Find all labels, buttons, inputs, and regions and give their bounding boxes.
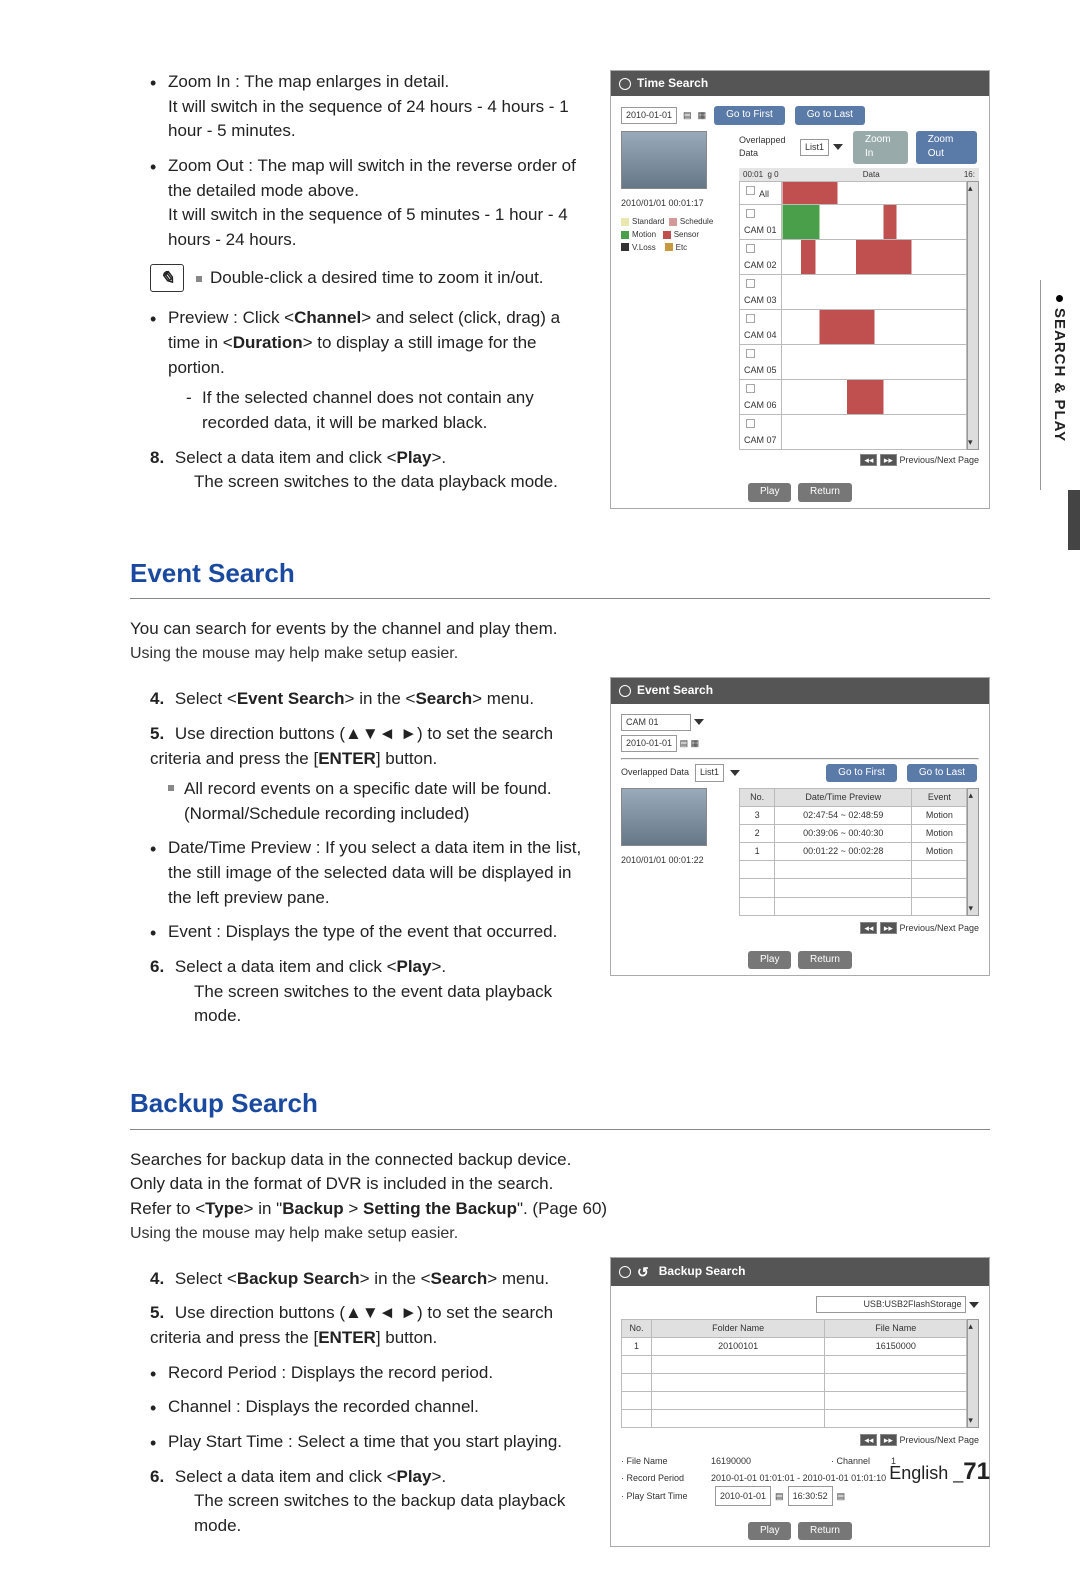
play-button[interactable]: Play [748,483,791,502]
overlap-list-select[interactable]: List1 [695,764,724,781]
backup-search-heading: Backup Search [130,1085,990,1130]
dropdown-icon[interactable] [730,770,740,776]
zoom-in-bullet: Zoom In : The map enlarges in detail. It… [150,70,590,144]
event-table[interactable]: No. Date/Time Preview Event 302:47:54 ~ … [739,788,967,915]
note-icon: ✎ [150,264,184,292]
play-start-time-input[interactable]: 16:30:52 [788,1486,833,1506]
return-button[interactable]: Return [798,483,852,502]
preview-thumbnail [621,131,707,189]
play-start-date-input[interactable]: 2010-01-01 [715,1486,771,1506]
scroll-down-icon[interactable]: ▾ [968,436,978,449]
event-bullet-event: Event : Displays the type of the event t… [150,920,590,945]
event-shot-title: Event Search [611,678,989,703]
event-step-4: 4. Select <Event Search> in the <Search>… [150,687,590,712]
time-search-title: Time Search [611,71,989,96]
table-row[interactable]: 302:47:54 ~ 02:48:59Motion [740,807,967,825]
event-search-heading: Event Search [130,555,990,600]
event-bullet-datetime: Date/Time Preview : If you select a data… [150,836,590,910]
preview-sub: If the selected channel does not contain… [186,386,590,435]
calendar-icon[interactable]: ▦ [691,738,700,748]
zoom-in-button[interactable]: Zoom In [853,131,908,164]
date-input[interactable]: 2010-01-01 [621,107,677,124]
scroll-up-icon[interactable]: ▴ [968,789,978,802]
preview-timestamp: 2010/01/01 00:01:22 [621,854,731,867]
go-first-button[interactable]: Go to First [714,106,785,125]
preview-thumbnail [621,788,707,846]
go-last-button[interactable]: Go to Last [907,764,977,783]
scroll-up-icon[interactable]: ▴ [968,1320,978,1333]
device-select[interactable]: USB:USB2FlashStorage [816,1296,966,1313]
stepper-icon[interactable]: ▤ [680,738,689,748]
dropdown-icon[interactable] [833,144,843,150]
table-row[interactable]: 100:01:22 ~ 00:02:28Motion [740,843,967,861]
prev-page-button[interactable]: ◂◂ [860,1434,877,1446]
preview-timestamp: 2010/01/01 00:01:17 [621,197,731,210]
note-text: Double-click a desired time to zoom it i… [196,266,544,291]
page-footer: English _71 [889,1455,990,1490]
backup-bullet-channel: Channel : Displays the recorded channel. [150,1395,590,1420]
return-button[interactable]: Return [798,1522,852,1541]
event-intro-2: Using the mouse may help make setup easi… [130,642,990,665]
zoom-out-bullet: Zoom Out : The map will switch in the re… [150,154,590,253]
calendar-icon[interactable]: ▦ [698,109,707,122]
prev-page-button[interactable]: ◂◂ [860,454,877,466]
preview-bullet: Preview : Click <Channel> and select (cl… [150,306,590,435]
cam-select[interactable]: CAM 01 [621,714,691,731]
timeline-table[interactable]: All CAM 01 CAM 02 CAM 03 CAM 04 CAM 05 C… [739,181,967,450]
event-search-screenshot: Event Search CAM 01 2010-01-01 ▤ ▦ Overl… [610,677,990,976]
return-button[interactable]: Return [798,951,852,970]
backup-intro-1: Searches for backup data in the connecte… [130,1148,990,1173]
step-8: 8. Select a data item and click <Play>. … [150,446,590,495]
go-first-button[interactable]: Go to First [826,764,897,783]
backup-intro-2: Only data in the format of DVR is includ… [130,1172,990,1197]
legend: Standard Schedule Motion Sensor V.Loss E… [621,216,731,254]
stepper-icon[interactable]: ▤ [683,109,692,122]
backup-search-screenshot: ↺Backup Search USB:USB2FlashStorage No. … [610,1257,990,1548]
time-search-screenshot: Time Search 2010-01-01 ▤ ▦ Go to First G… [610,70,990,509]
backup-intro-4: Using the mouse may help make setup easi… [130,1222,990,1245]
next-page-button[interactable]: ▸▸ [880,1434,897,1446]
zoom-out-button[interactable]: Zoom Out [916,131,977,164]
next-page-button[interactable]: ▸▸ [880,454,897,466]
event-step-5-sub: All record events on a specific date wil… [168,777,590,826]
stepper-icon[interactable]: ▤ [775,1488,784,1504]
scroll-down-icon[interactable]: ▾ [968,1414,978,1427]
backup-intro-3: Refer to <Type> in "Backup > Setting the… [130,1197,990,1222]
backup-bullet-record-period: Record Period : Displays the record peri… [150,1361,590,1386]
play-button[interactable]: Play [748,951,791,970]
side-section-label: SEARCH & PLAY [1048,295,1070,442]
table-row[interactable]: 200:39:06 ~ 00:40:30Motion [740,825,967,843]
side-tab-bar [1068,490,1080,550]
dropdown-icon[interactable] [969,1302,979,1308]
dropdown-icon[interactable] [694,719,704,725]
prev-page-button[interactable]: ◂◂ [860,922,877,934]
play-button[interactable]: Play [748,1522,791,1541]
scroll-up-icon[interactable]: ▴ [968,182,978,195]
backup-step-6: 6. Select a data item and click <Play>. … [150,1465,590,1539]
event-step-5: 5. Use direction buttons (▲▼◄ ►) to set … [150,722,590,827]
date-input[interactable]: 2010-01-01 [621,735,677,752]
event-intro-1: You can search for events by the channel… [130,617,990,642]
go-last-button[interactable]: Go to Last [795,106,865,125]
backup-step-4: 4. Select <Backup Search> in the <Search… [150,1267,590,1292]
stepper-icon[interactable]: ▤ [837,1488,846,1504]
bullet-icon [1056,295,1063,302]
backup-step-5: 5. Use direction buttons (▲▼◄ ►) to set … [150,1301,590,1350]
backup-table[interactable]: No. Folder Name File Name 1 20100101 161… [621,1319,967,1428]
table-row[interactable]: 1 20100101 16150000 [622,1338,967,1356]
backup-bullet-play-start: Play Start Time : Select a time that you… [150,1430,590,1455]
scroll-down-icon[interactable]: ▾ [968,902,978,915]
overlap-list-select[interactable]: List1 [800,139,829,156]
next-page-button[interactable]: ▸▸ [880,922,897,934]
backup-shot-title: ↺Backup Search [611,1258,989,1286]
event-step-6: 6. Select a data item and click <Play>. … [150,955,590,1029]
